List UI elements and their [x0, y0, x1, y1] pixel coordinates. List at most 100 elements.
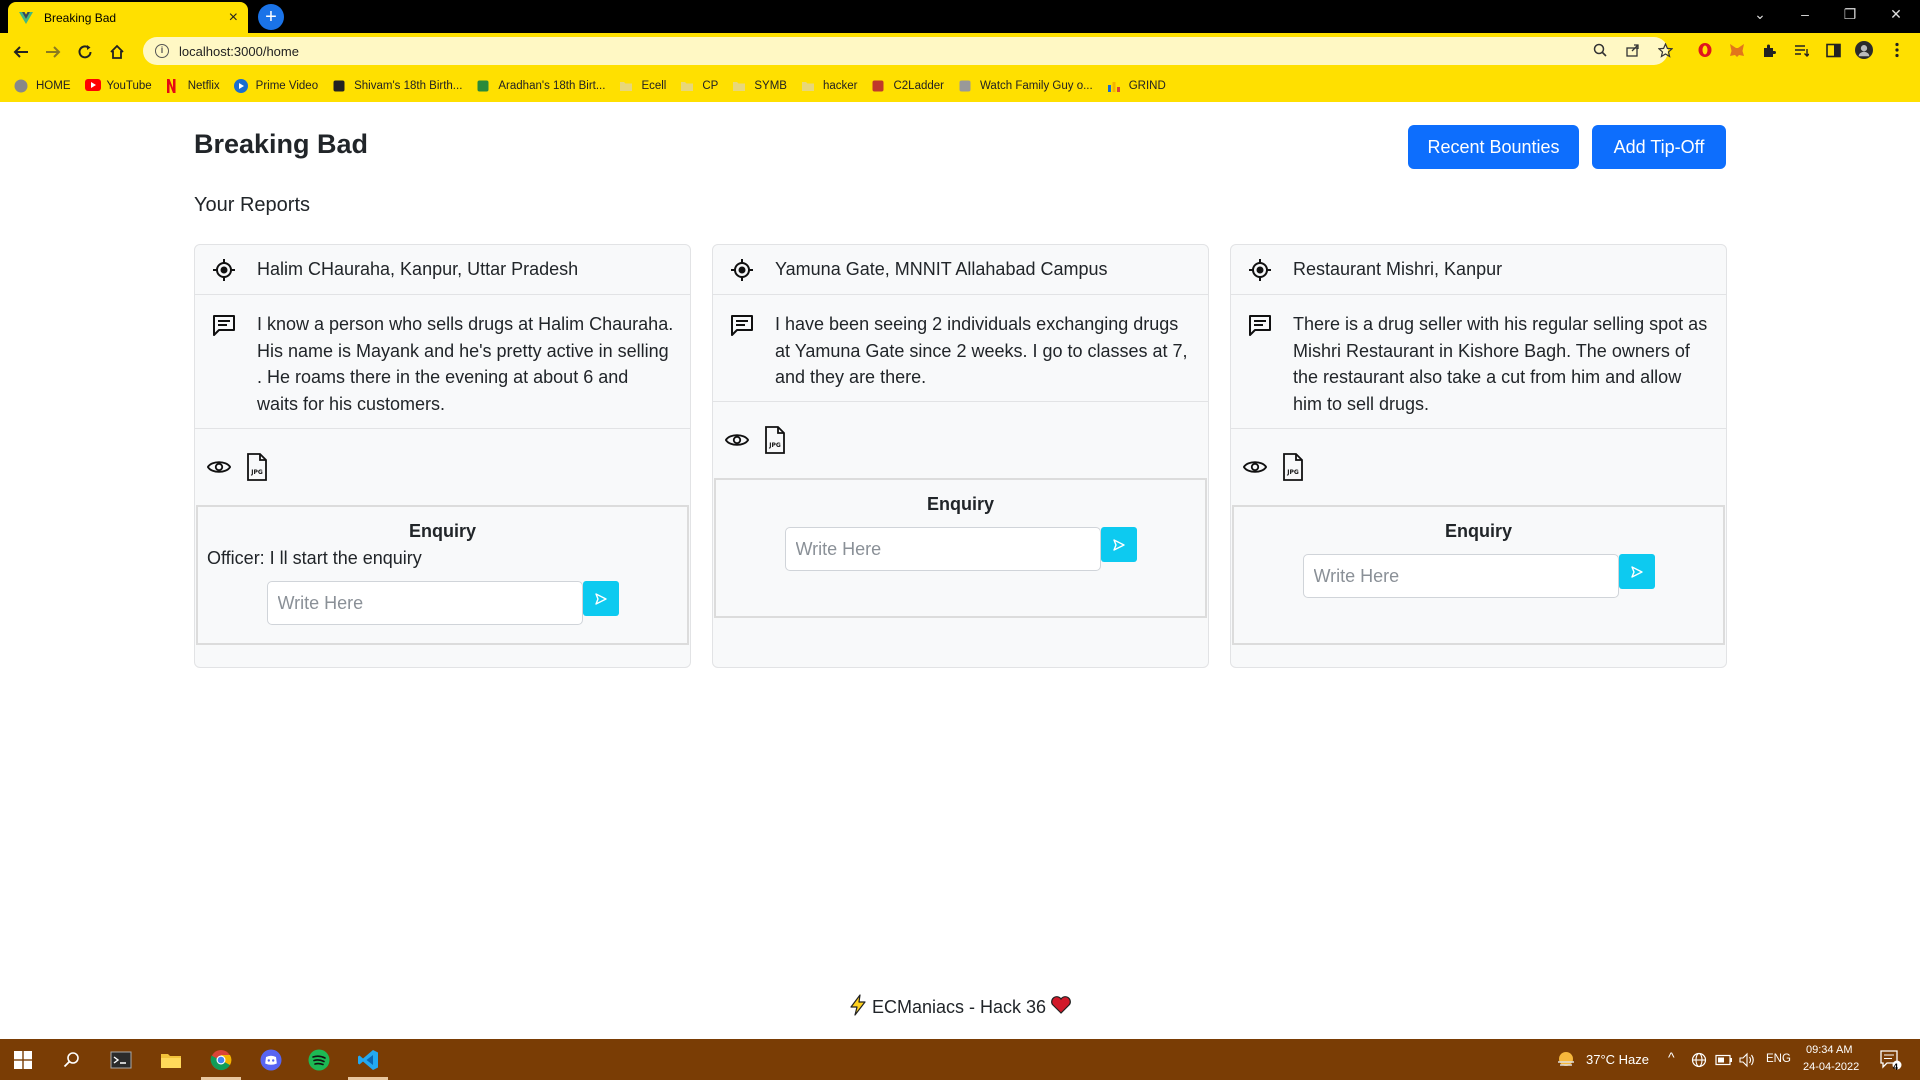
terminal-icon[interactable] [108, 1047, 134, 1073]
weather-haze-icon[interactable] [1553, 1047, 1579, 1073]
footer: ECManiacs - Hack 36 [0, 994, 1920, 1021]
enquiry-input[interactable] [266, 581, 583, 625]
bookmark-item[interactable]: Watch Family Guy o... [958, 79, 1093, 93]
volume-icon[interactable] [1734, 1047, 1760, 1073]
side-panel-icon[interactable] [1824, 41, 1842, 59]
zoom-icon[interactable] [1591, 41, 1609, 59]
eye-icon[interactable] [725, 426, 749, 454]
bookmark-label: Aradhan's 18th Birt... [498, 80, 606, 92]
jpg-file-icon[interactable]: JPG [763, 426, 787, 454]
report-location-row: Halim CHauraha, Kanpur, Uttar Pradesh [195, 245, 690, 295]
metamask-extension-icon[interactable] [1728, 41, 1746, 59]
chrome-icon[interactable] [208, 1047, 234, 1073]
eye-icon[interactable] [207, 453, 231, 481]
bookmark-item[interactable]: hacker [801, 79, 857, 93]
windows-start-icon[interactable] [10, 1047, 36, 1073]
opera-extension-icon[interactable] [1696, 41, 1714, 59]
bookmark-label: Shivam's 18th Birth... [354, 80, 463, 92]
clock-time[interactable]: 09:34 AM [1806, 1044, 1852, 1056]
bookmark-star-icon[interactable] [1656, 41, 1674, 59]
bookmark-label: GRIND [1128, 80, 1166, 92]
bookmark-label: Prime Video [255, 80, 319, 92]
report-location: Restaurant Mishri, Kanpur [1293, 259, 1503, 279]
svg-text:JPG: JPG [250, 469, 263, 476]
page-title: Your Reports [194, 194, 310, 216]
send-button[interactable] [1100, 527, 1137, 562]
home-icon[interactable] [106, 41, 128, 63]
send-icon [1630, 565, 1643, 578]
new-tab-button[interactable]: + [258, 4, 284, 30]
bookmark-item[interactable]: Ecell [619, 79, 666, 93]
eye-icon[interactable] [1243, 453, 1267, 481]
enquiry-input[interactable] [784, 527, 1101, 571]
svg-text:JPG: JPG [768, 442, 781, 449]
weather-text[interactable]: 37°C Haze [1586, 1052, 1649, 1067]
discord-icon[interactable] [258, 1047, 284, 1073]
location-target-icon [729, 257, 755, 283]
bookmark-item[interactable]: YouTube [84, 79, 152, 93]
address-bar[interactable]: i localhost:3000/home [143, 37, 1668, 65]
vue-logo-icon [18, 10, 34, 26]
network-globe-icon[interactable] [1686, 1047, 1712, 1073]
navbar-brand[interactable]: Breaking Bad [194, 129, 368, 160]
bookmark-item[interactable]: GRIND [1107, 79, 1166, 93]
clock-date[interactable]: 24-04-2022 [1803, 1061, 1859, 1073]
url-text: localhost:3000/home [179, 43, 299, 59]
bookmark-label: Ecell [641, 80, 667, 92]
restore-icon[interactable]: ❐ [1840, 6, 1860, 23]
send-button[interactable] [1618, 554, 1655, 589]
page-icon [958, 79, 972, 93]
file-explorer-icon[interactable] [158, 1047, 184, 1073]
enquiry-title: Enquiry [1444, 521, 1512, 541]
back-icon[interactable] [10, 41, 32, 63]
report-card: Halim CHauraha, Kanpur, Uttar Pradesh I … [194, 244, 691, 668]
profile-avatar[interactable] [1855, 41, 1873, 59]
tab-close-icon[interactable]: × [229, 9, 238, 27]
bookmark-label: CP [702, 80, 719, 92]
share-icon[interactable] [1624, 41, 1642, 59]
search-icon[interactable] [59, 1047, 85, 1073]
add-tipoff-button[interactable]: Add Tip-Off [1592, 125, 1726, 169]
bookmark-item[interactable]: Shivam's 18th Birth... [332, 79, 462, 93]
folder-icon [801, 79, 815, 93]
report-card: Restaurant Mishri, Kanpur There is a dru… [1230, 244, 1727, 668]
vscode-icon[interactable] [355, 1047, 381, 1073]
bookmark-item[interactable]: C2Ladder [871, 79, 944, 93]
browser-menu-icon[interactable] [1888, 41, 1906, 59]
page-icon [476, 79, 490, 93]
app-page: Breaking Bad Recent Bounties Add Tip-Off… [0, 102, 1920, 1039]
tray-chevron-icon[interactable]: ^ [1668, 1049, 1675, 1065]
spotify-icon[interactable] [306, 1047, 332, 1073]
bookmark-item[interactable]: HOME [14, 79, 71, 93]
bookmark-item[interactable]: SYMB [732, 79, 787, 93]
site-info-icon[interactable]: i [155, 44, 169, 58]
extensions-puzzle-icon[interactable] [1760, 41, 1778, 59]
notification-center-icon[interactable] [1878, 1047, 1904, 1073]
close-window-icon[interactable]: ✕ [1886, 6, 1906, 23]
lightning-icon [848, 994, 868, 1021]
jpg-file-icon[interactable]: JPG [1281, 453, 1305, 481]
minimize-icon[interactable]: – [1795, 6, 1815, 22]
bookmarks-bar: HOME YouTube Netflix Prime Video Shivam's 18… [0, 70, 1920, 102]
language-indicator[interactable]: ENG [1766, 1053, 1791, 1065]
report-description: There is a drug seller with his regular … [1293, 314, 1708, 414]
send-button[interactable] [582, 581, 619, 616]
browser-tab[interactable]: Breaking Bad × [8, 2, 248, 33]
forward-icon[interactable] [42, 41, 64, 63]
bookmark-item[interactable]: Netflix [166, 79, 220, 93]
message-icon [211, 311, 237, 337]
recent-bounties-button[interactable]: Recent Bounties [1408, 125, 1579, 169]
heart-icon [1050, 995, 1072, 1020]
bookmark-item[interactable]: CP [680, 79, 718, 93]
notification-count-badge: 4 [1893, 1062, 1899, 1072]
enquiry-panel: Enquiry Officer: I ll start the enquiry [196, 505, 689, 645]
enquiry-form [1234, 554, 1723, 598]
bookmark-item[interactable]: Prime Video [233, 79, 319, 93]
report-description: I have been seeing 2 individuals exchang… [775, 314, 1188, 387]
jpg-file-icon[interactable]: JPG [245, 453, 269, 481]
tab-search-chevron-icon[interactable]: ⌄ [1750, 6, 1770, 23]
bookmark-item[interactable]: Aradhan's 18th Birt... [476, 79, 605, 93]
reload-icon[interactable] [74, 41, 96, 63]
enquiry-input[interactable] [1302, 554, 1619, 598]
reading-list-icon[interactable] [1792, 41, 1810, 59]
